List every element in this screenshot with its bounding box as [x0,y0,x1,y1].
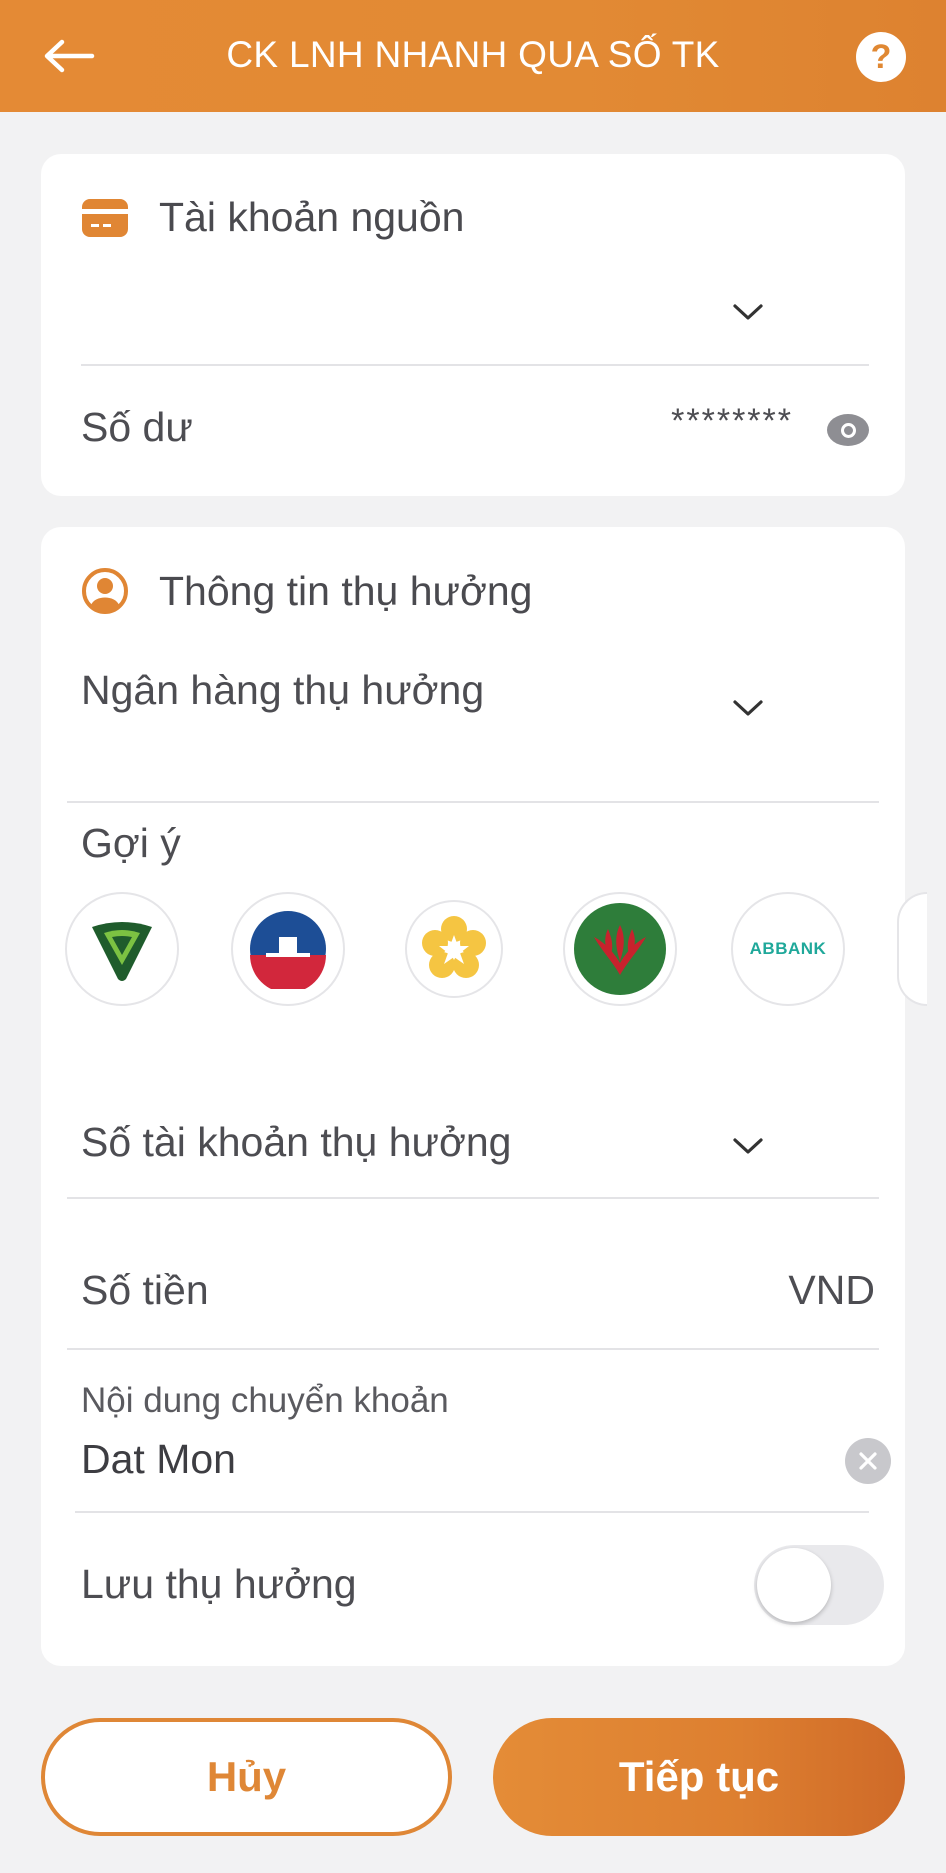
account-number-field[interactable]: Số tài khoản thụ hưởng [67,1107,879,1199]
x-icon [859,1452,877,1470]
beneficiary-header: Thông tin thụ hưởng [81,567,532,615]
flower-bank-logo[interactable] [397,892,511,1006]
chevron-down-icon [733,700,763,716]
abbank-logo[interactable]: ABBANK [731,892,845,1006]
save-beneficiary-label: Lưu thụ hưởng [81,1561,357,1607]
eye-icon[interactable] [827,414,869,446]
divider [75,1511,869,1513]
transfer-content-input[interactable]: Dat Mon [81,1436,236,1483]
divider [67,1197,879,1199]
app-header: CK LNH NHANH QUA SỐ TK ? [0,0,946,112]
back-button[interactable] [38,30,100,82]
more-bank-logo[interactable] [897,892,927,1006]
flower-icon [405,900,503,998]
chevron-down-icon [733,304,763,320]
page-title: CK LNH NHANH QUA SỐ TK [226,34,720,75]
vietinbank-logo[interactable] [231,892,345,1006]
beneficiary-title: Thông tin thụ hưởng [159,567,533,614]
amount-label: Số tiền [81,1267,209,1313]
divider [81,364,869,366]
bank-select-label: Ngân hàng thụ hưởng [81,667,485,713]
vietcombank-logo[interactable] [65,892,179,1006]
beneficiary-bank-select[interactable]: Ngân hàng thụ hưởng [67,647,879,743]
continue-button[interactable]: Tiếp tục [493,1718,905,1836]
suggest-label: Gợi ý [81,820,181,866]
balance-label: Số dư [81,404,193,450]
arrow-left-icon [44,39,95,73]
help-button[interactable]: ? [856,32,906,82]
transfer-content-label: Nội dung chuyển khoản [81,1381,449,1420]
vietcombank-icon [92,922,152,981]
user-circle-icon [82,568,128,614]
account-number-label: Số tài khoản thụ hưởng [81,1119,512,1165]
balance-value: ******** [671,402,793,440]
cancel-button[interactable]: Hủy [41,1718,452,1836]
currency-label: VND [788,1267,875,1313]
source-account-select[interactable] [81,269,869,359]
divider [67,1348,879,1350]
clear-icon[interactable] [845,1438,891,1484]
agribank-icon [574,903,666,995]
divider [67,801,879,803]
save-beneficiary-toggle[interactable] [754,1545,884,1625]
abbank-text: ABBANK [749,939,827,958]
vietinbank-icon [250,911,326,989]
source-account-card: Tài khoản nguồn Số dư ******** [41,154,905,496]
source-account-title: Tài khoản nguồn [159,194,465,240]
chevron-down-icon [733,1138,763,1154]
card-icon [82,198,128,237]
beneficiary-card: Thông tin thụ hưởng Ngân hàng thụ hưởng … [41,527,927,1666]
source-account-header: Tài khoản nguồn [81,194,464,241]
agribank-logo[interactable] [563,892,677,1006]
